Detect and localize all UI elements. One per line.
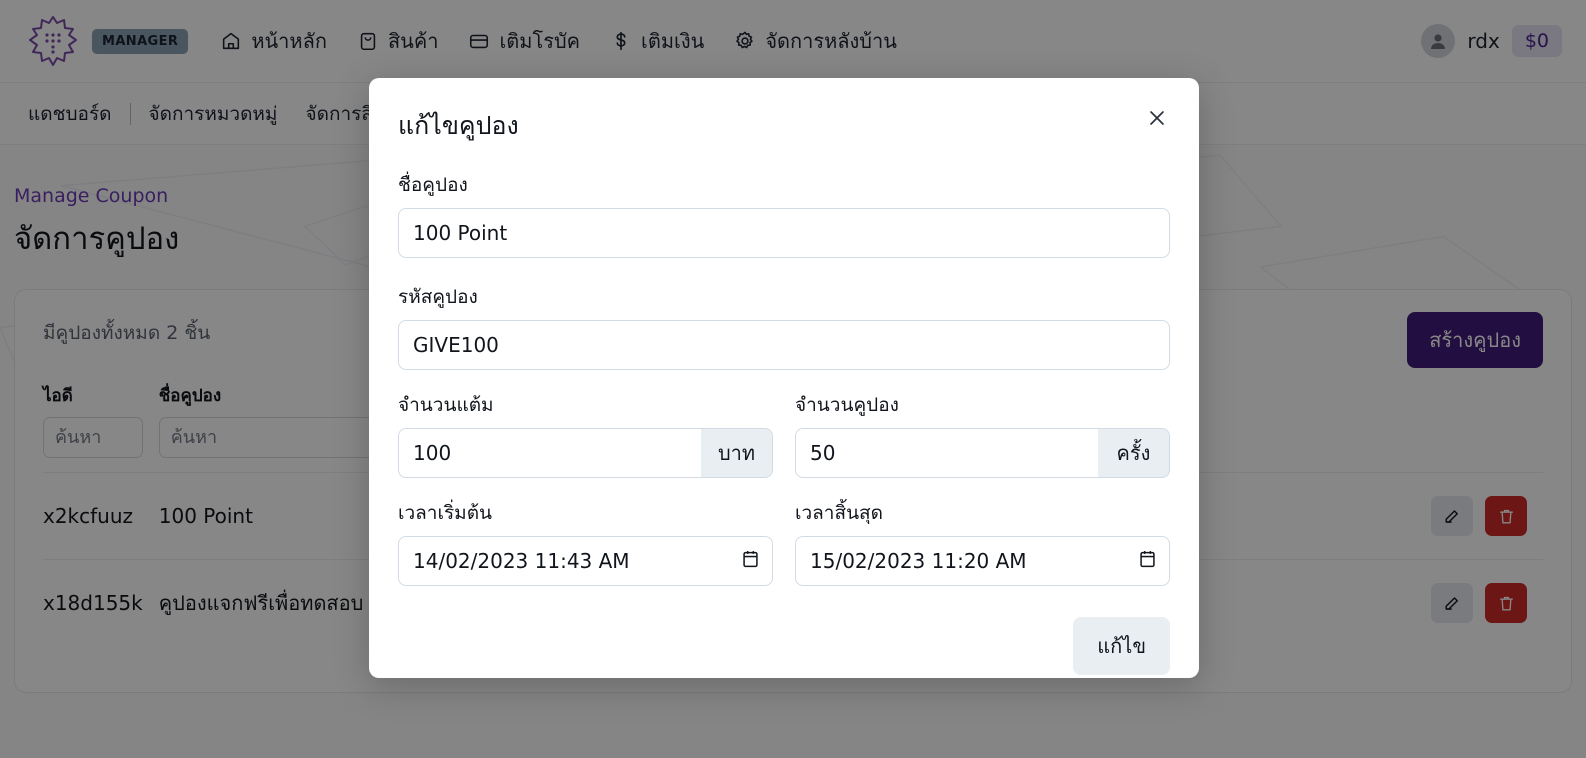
close-button[interactable] [1144, 106, 1170, 134]
modal-header: แก้ไขคูปอง [398, 106, 1170, 146]
input-quantity[interactable] [795, 428, 1098, 478]
field-points: จำนวนแต้ม บาท [398, 390, 773, 478]
modal-title: แก้ไขคูปอง [398, 111, 519, 140]
unit-quantity: ครั้ง [1098, 428, 1170, 478]
input-end-time[interactable] [795, 536, 1170, 586]
field-start-time: เวลาเริ่มต้น [398, 498, 773, 586]
input-coupon-name[interactable] [398, 208, 1170, 258]
modal-footer: แก้ไข [398, 617, 1170, 675]
input-group-points: บาท [398, 428, 773, 478]
label-coupon-code: รหัสคูปอง [398, 286, 478, 308]
label-end-time: เวลาสิ้นสุด [795, 502, 883, 524]
input-points[interactable] [398, 428, 701, 478]
edit-coupon-modal: แก้ไขคูปอง ชื่อคูปอง รหัสคูปอง จำนวนแต้ม… [369, 78, 1199, 678]
input-group-quantity: ครั้ง [795, 428, 1170, 478]
field-quantity: จำนวนคูปอง ครั้ง [795, 390, 1170, 478]
input-start-time[interactable] [398, 536, 773, 586]
label-points: จำนวนแต้ม [398, 394, 494, 416]
unit-points: บาท [701, 428, 773, 478]
field-end-time: เวลาสิ้นสุด [795, 498, 1170, 586]
field-coupon-code: รหัสคูปอง [398, 282, 1170, 370]
field-coupon-name: ชื่อคูปอง [398, 170, 1170, 258]
datetime-wrap-start [398, 536, 773, 586]
datetime-wrap-end [795, 536, 1170, 586]
label-coupon-name: ชื่อคูปอง [398, 174, 468, 196]
close-icon [1150, 111, 1164, 125]
row-start-end-time: เวลาเริ่มต้น เวลาสิ้นสุด [398, 498, 1170, 586]
row-points-quantity: จำนวนแต้ม บาท จำนวนคูปอง ครั้ง [398, 390, 1170, 478]
label-quantity: จำนวนคูปอง [795, 394, 899, 416]
app-root: MANAGER หน้าหลัก สินค้า เติมโรบัค เติมเง… [0, 0, 1586, 758]
input-coupon-code[interactable] [398, 320, 1170, 370]
submit-edit-button[interactable]: แก้ไข [1073, 617, 1170, 675]
label-start-time: เวลาเริ่มต้น [398, 502, 493, 524]
